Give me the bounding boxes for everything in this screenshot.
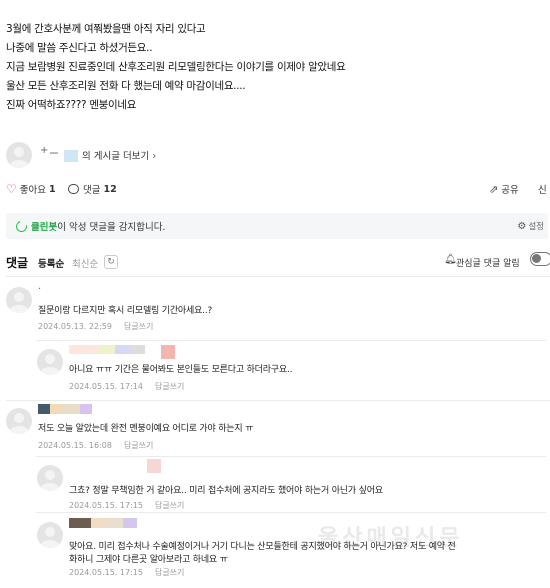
comment-notify-label: 관심글 댓글 알림 — [456, 259, 520, 269]
divider — [6, 400, 550, 401]
divider — [36, 340, 546, 341]
post-line: 나중에 말씀 주신다고 하셨거든요.. — [6, 42, 153, 54]
reply-button[interactable]: 답글쓰기 — [124, 322, 153, 331]
commenter-avatar[interactable] — [6, 287, 32, 313]
post-action-bar: ♡ 좋아요 1 댓글 12 ⇗ 공유 신 — [0, 178, 550, 202]
reply-button[interactable]: 답글쓰기 — [155, 568, 184, 577]
comment-date: 2024.05.13. 22:59 — [38, 322, 112, 331]
report-button[interactable]: 신 — [538, 182, 547, 196]
reply-item: 그쵸? 정말 무책임한 거 같아요.. 미리 접수처에 공지라도 했어야 하는거… — [37, 459, 547, 511]
comment-text: 그쵸? 정말 무책임한 거 같아요.. 미리 접수처에 공지라도 했어야 하는거… — [69, 486, 383, 496]
gear-icon: ⚙ — [517, 220, 527, 232]
reply-button[interactable]: 답글쓰기 — [155, 501, 184, 510]
comment-section-title: 댓글 — [6, 256, 29, 270]
comment-text: 아니요 ㅠㅠ 기간은 물어봐도 본인들도 모른다고 하더라구요.. — [69, 365, 293, 375]
comment-date: 2024.05.15. 17:15 — [69, 568, 143, 577]
divider — [36, 512, 546, 513]
divider — [36, 456, 546, 457]
comment-date: 2024.05.15. 17:15 — [69, 501, 143, 510]
comment-text: 질문이랑 다르지만 혹시 리모델링 기간아세요..? — [38, 306, 213, 316]
cleanbot-message: 이 악성 댓글을 감지합니다. — [57, 222, 166, 233]
post-line: 진짜 어떡하죠???? 멘붕이네요 — [6, 99, 137, 111]
reply-item: 맞아요. 미리 접수처나 수술예정이거나 거기 다니는 산모들한테 공지했어야 … — [37, 518, 547, 582]
reply-button[interactable]: 답글쓰기 — [124, 441, 153, 450]
comment-text: 저도 오늘 알았는데 완전 멘붕이예요 어디로 가야 하는지 ㅠ — [38, 424, 254, 434]
comment-item: 저도 오늘 알았는데 완전 멘붕이예요 어디로 가야 하는지 ㅠ 2024.05… — [6, 404, 546, 454]
comment-date: 2024.05.15. 16:08 — [38, 441, 112, 450]
comment-meta: 2024.05.13. 22:59 답글쓰기 — [38, 321, 153, 332]
commenter-avatar[interactable] — [37, 465, 63, 491]
commenter-avatar[interactable] — [37, 522, 63, 548]
comment-meta: 2024.05.15. 16:08 답글쓰기 — [38, 440, 153, 451]
reply-item: 아니요 ㅠㅠ 기간은 물어봐도 본인들도 모른다고 하더라구요.. 2024.0… — [37, 345, 547, 395]
comment-count-button[interactable]: 댓글 12 — [68, 182, 117, 196]
cleanbot-settings-button[interactable]: ⚙ 설정 — [517, 220, 544, 233]
post-line: 지금 보람병원 진료중인데 산후조리원 리모델링한다는 이야기를 이제야 알았네… — [6, 61, 346, 73]
comment-meta: 2024.05.15. 17:14 답글쓰기 — [69, 381, 184, 392]
more-posts-label[interactable]: 의 게시글 더보기 › — [82, 148, 156, 162]
author-name-masked[interactable]: + — [40, 145, 78, 162]
comment-bubble-icon — [68, 184, 79, 194]
comment-text-continued: 화하니 그제야 다른곳 알아보라고 하네요 ㅠ — [69, 555, 228, 565]
sort-latest-tab[interactable]: 최신순 — [72, 256, 98, 270]
cleanbot-notice: 클린봇 이 악성 댓글을 감지합니다. ⚙ 설정 — [6, 213, 548, 239]
heart-icon: ♡ — [6, 182, 17, 196]
comment-meta: 2024.05.15. 17:15 답글쓰기 — [69, 500, 184, 511]
like-button[interactable]: ♡ 좋아요 1 — [6, 182, 56, 196]
comment-item: . 질문이랑 다르지만 혹시 리모델링 기간아세요..? 2024.05.13.… — [6, 281, 546, 335]
refresh-icon[interactable]: ↻ — [104, 255, 118, 269]
divider — [6, 276, 550, 277]
chevron-right-icon: › — [152, 151, 157, 162]
author-avatar[interactable] — [6, 142, 32, 168]
post-body: 3월에 간호사분께 여쭤봤을땐 아직 자리 있다고 나중에 말씀 주신다고 하셨… — [6, 20, 346, 115]
post-line: 3월에 간호사분께 여쭤봤을땐 아직 자리 있다고 — [6, 23, 206, 35]
comment-notify-toggle[interactable] — [530, 252, 550, 266]
reply-button[interactable]: 답글쓰기 — [155, 382, 184, 391]
commenter-avatar[interactable] — [37, 349, 63, 375]
comment-date: 2024.05.15. 17:14 — [69, 382, 143, 391]
bell-icon: 🔔︎ — [444, 254, 457, 265]
share-button[interactable]: ⇗ 공유 — [489, 182, 519, 197]
comment-meta: 2024.05.15. 17:15 답글쓰기 — [69, 567, 184, 578]
sort-registered-tab[interactable]: 등록순 — [38, 256, 64, 270]
share-icon: ⇗ — [489, 182, 499, 196]
comment-header: 댓글 등록순 최신순 ↻ 🔔︎ 관심글 댓글 알림 — [0, 252, 550, 272]
author-more-posts-link[interactable]: + 의 게시글 더보기 › — [6, 140, 306, 170]
cleanbot-icon — [13, 218, 30, 234]
commenter-avatar[interactable] — [6, 408, 32, 434]
post-line: 울산 모든 산후조리원 전화 다 했는데 예약 마감이네요.... — [6, 80, 246, 92]
newspaper-watermark: 울산매일신문 — [318, 526, 464, 551]
cleanbot-name: 클린봇 — [31, 222, 58, 233]
